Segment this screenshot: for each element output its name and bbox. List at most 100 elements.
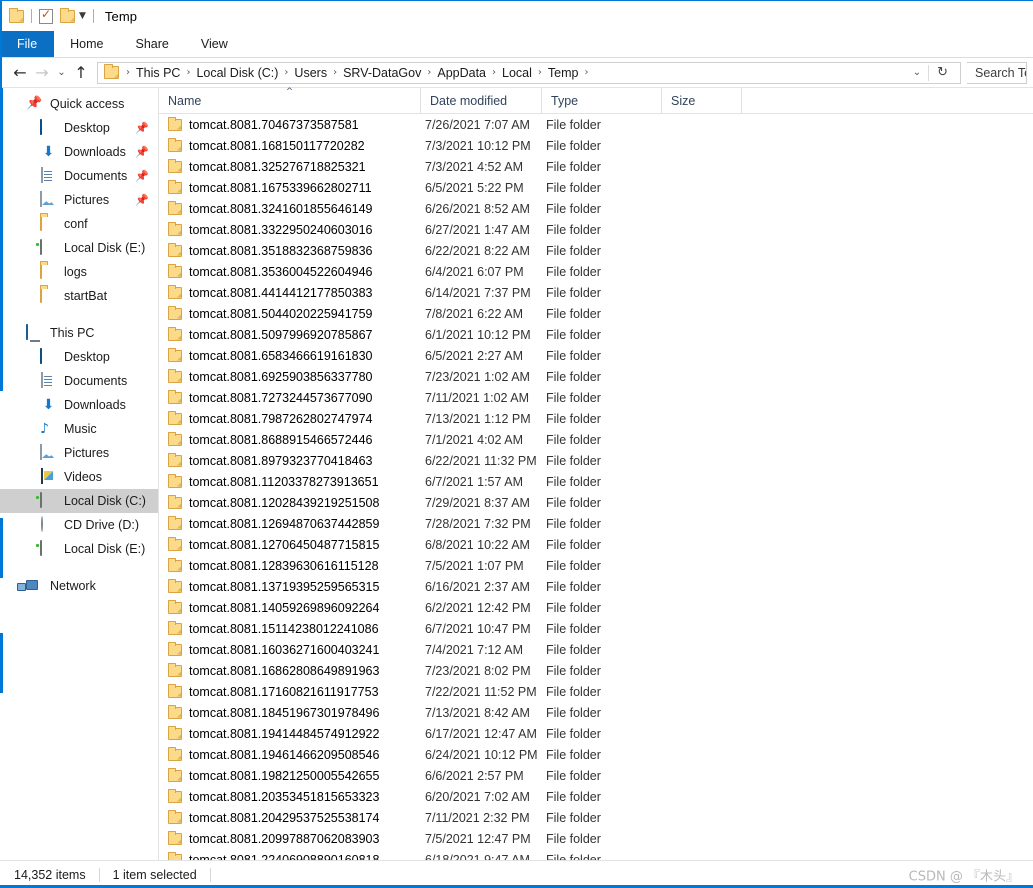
table-row[interactable]: tomcat.8081.7273244573677090 7/11/2021 1:…: [159, 387, 1033, 408]
table-row[interactable]: tomcat.8081.5097996920785867 6/1/2021 10:…: [159, 324, 1033, 345]
sidebar-item-pc-desktop[interactable]: Desktop: [0, 345, 158, 369]
breadcrumb-item-temp[interactable]: Temp: [545, 66, 582, 80]
table-row[interactable]: tomcat.8081.19461466209508546 6/24/2021 1…: [159, 744, 1033, 765]
tab-home[interactable]: Home: [54, 31, 119, 57]
sidebar-item-pc-downloads[interactable]: ⬇ Downloads: [0, 393, 158, 417]
table-row[interactable]: tomcat.8081.6925903856337780 7/23/2021 1:…: [159, 366, 1033, 387]
breadcrumb-item-local[interactable]: Local: [499, 66, 535, 80]
chevron-down-icon[interactable]: ▼: [79, 11, 86, 21]
column-header-size[interactable]: Size: [662, 87, 742, 114]
table-row[interactable]: tomcat.8081.3241601855646149 6/26/2021 8:…: [159, 198, 1033, 219]
table-row[interactable]: tomcat.8081.8688915466572446 7/1/2021 4:0…: [159, 429, 1033, 450]
table-row[interactable]: tomcat.8081.20353451815653323 6/20/2021 7…: [159, 786, 1033, 807]
breadcrumb-dropdown-icon[interactable]: ⌄: [906, 67, 928, 78]
forward-button[interactable]: →: [31, 62, 53, 84]
sidebar-item-label: Videos: [64, 470, 102, 484]
table-row[interactable]: tomcat.8081.16862808649891963 7/23/2021 8…: [159, 660, 1033, 681]
file-name-label: tomcat.8081.5097996920785867: [189, 327, 373, 342]
table-row[interactable]: tomcat.8081.6583466619161830 6/5/2021 2:2…: [159, 345, 1033, 366]
column-header-date-modified[interactable]: Date modified: [421, 87, 542, 114]
sidebar-group-network[interactable]: Network: [0, 574, 158, 598]
table-row[interactable]: tomcat.8081.12706450487715815 6/8/2021 10…: [159, 534, 1033, 555]
table-row[interactable]: tomcat.8081.16036271600403241 7/4/2021 7:…: [159, 639, 1033, 660]
sidebar-item-pc-videos[interactable]: Videos: [0, 465, 158, 489]
refresh-icon[interactable]: ↻: [929, 65, 956, 80]
table-row[interactable]: tomcat.8081.15114238012241086 6/7/2021 10…: [159, 618, 1033, 639]
breadcrumb-sep-4[interactable]: ›: [424, 67, 434, 78]
breadcrumb-item-this-pc[interactable]: This PC: [133, 66, 183, 80]
file-date-cell: 6/27/2021 1:47 AM: [425, 222, 530, 237]
breadcrumb-item-local-disk-c[interactable]: Local Disk (C:): [193, 66, 281, 80]
folder-icon: [168, 368, 182, 383]
table-row[interactable]: tomcat.8081.70467373587581 7/26/2021 7:07…: [159, 114, 1033, 135]
sidebar-item-conf[interactable]: conf: [0, 212, 158, 236]
breadcrumb[interactable]: › This PC › Local Disk (C:) › Users › SR…: [97, 61, 961, 84]
table-row[interactable]: tomcat.8081.168150117720282 7/3/2021 10:1…: [159, 135, 1033, 156]
table-row[interactable]: tomcat.8081.12839630616115128 7/5/2021 1:…: [159, 555, 1033, 576]
sidebar-item-startbat[interactable]: startBat: [0, 284, 158, 308]
breadcrumb-item-users[interactable]: Users: [291, 66, 330, 80]
breadcrumb-sep-6[interactable]: ›: [535, 67, 545, 78]
table-row[interactable]: tomcat.8081.12028439219251508 7/29/2021 8…: [159, 492, 1033, 513]
table-row[interactable]: tomcat.8081.19821250005542655 6/6/2021 2:…: [159, 765, 1033, 786]
table-row[interactable]: tomcat.8081.12694870637442859 7/28/2021 7…: [159, 513, 1033, 534]
breadcrumb-item-srv-datagov[interactable]: SRV-DataGov: [340, 66, 424, 80]
sidebar-item-cd-drive-d[interactable]: CD Drive (D:): [0, 513, 158, 537]
table-row[interactable]: tomcat.8081.3536004522604946 6/4/2021 6:0…: [159, 261, 1033, 282]
sidebar-item-pc-music[interactable]: ♪ Music: [0, 417, 158, 441]
folder-icon: [168, 641, 182, 656]
table-row[interactable]: tomcat.8081.20997887062083903 7/5/2021 12…: [159, 828, 1033, 849]
file-date-cell: 7/13/2021 8:42 AM: [425, 705, 530, 720]
table-row[interactable]: tomcat.8081.4414412177850383 6/14/2021 7:…: [159, 282, 1033, 303]
new-folder-button[interactable]: [60, 5, 75, 27]
sidebar-item-downloads[interactable]: ⬇ Downloads 📌: [0, 140, 158, 164]
up-button[interactable]: ↑: [70, 62, 92, 84]
breadcrumb-sep-3[interactable]: ›: [330, 67, 340, 78]
table-row[interactable]: tomcat.8081.14059269896092264 6/2/2021 12…: [159, 597, 1033, 618]
breadcrumb-sep-2[interactable]: ›: [281, 67, 291, 78]
sort-ascending-icon: ^: [285, 86, 294, 97]
breadcrumb-item-appdata[interactable]: AppData: [434, 66, 489, 80]
table-row[interactable]: tomcat.8081.7987262802747974 7/13/2021 1:…: [159, 408, 1033, 429]
sidebar-group-this-pc[interactable]: This PC: [0, 321, 158, 345]
sidebar-item-pc-pictures[interactable]: Pictures: [0, 441, 158, 465]
tab-view[interactable]: View: [185, 31, 244, 57]
table-row[interactable]: tomcat.8081.8979323770418463 6/22/2021 11…: [159, 450, 1033, 471]
breadcrumb-sep-1[interactable]: ›: [183, 67, 193, 78]
sidebar-item-pc-documents[interactable]: Documents: [0, 369, 158, 393]
table-row[interactable]: tomcat.8081.1675339662802711 6/5/2021 5:2…: [159, 177, 1033, 198]
back-button[interactable]: ←: [9, 62, 31, 84]
file-name-label: tomcat.8081.7273244573677090: [189, 390, 373, 405]
file-name-cell: tomcat.8081.20429537525538174: [159, 809, 421, 825]
sidebar-item-documents[interactable]: Documents 📌: [0, 164, 158, 188]
table-row[interactable]: tomcat.8081.19414484574912922 6/17/2021 1…: [159, 723, 1033, 744]
column-header-type[interactable]: Type: [542, 87, 662, 114]
sidebar-item-local-disk-e[interactable]: Local Disk (E:): [0, 537, 158, 561]
table-row[interactable]: tomcat.8081.13719395259565315 6/16/2021 2…: [159, 576, 1033, 597]
search-input[interactable]: Search Temp: [967, 61, 1027, 84]
sidebar-item-local-disk-e-qa[interactable]: Local Disk (E:): [0, 236, 158, 260]
table-row[interactable]: tomcat.8081.5044020225941759 7/8/2021 6:2…: [159, 303, 1033, 324]
recent-locations-button[interactable]: ⌄: [53, 62, 70, 84]
column-header-blank: [742, 88, 1033, 114]
folder-icon: [168, 389, 182, 404]
breadcrumb-sep-5[interactable]: ›: [489, 67, 499, 78]
sidebar-item-logs[interactable]: logs: [0, 260, 158, 284]
tab-file[interactable]: File: [0, 31, 55, 57]
breadcrumb-sep-7[interactable]: ›: [581, 67, 591, 78]
table-row[interactable]: tomcat.8081.3322950240603016 6/27/2021 1:…: [159, 219, 1033, 240]
sidebar-item-pictures[interactable]: Pictures 📌: [0, 188, 158, 212]
table-row[interactable]: tomcat.8081.11203378273913651 6/7/2021 1:…: [159, 471, 1033, 492]
table-row[interactable]: tomcat.8081.20429537525538174 7/11/2021 2…: [159, 807, 1033, 828]
table-row[interactable]: tomcat.8081.17160821611917753 7/22/2021 1…: [159, 681, 1033, 702]
folder-icon: [168, 431, 182, 446]
table-row[interactable]: tomcat.8081.325276718825321 7/3/2021 4:52…: [159, 156, 1033, 177]
column-header-name[interactable]: ^ Name: [159, 86, 421, 114]
tab-share[interactable]: Share: [120, 31, 185, 57]
table-row[interactable]: tomcat.8081.3518832368759836 6/22/2021 8:…: [159, 240, 1033, 261]
sidebar-item-desktop[interactable]: Desktop 📌: [0, 116, 158, 140]
sidebar-group-quick-access[interactable]: 📌 Quick access: [0, 92, 158, 116]
sidebar-item-local-disk-c[interactable]: Local Disk (C:): [0, 489, 158, 513]
properties-button[interactable]: [39, 5, 53, 27]
table-row[interactable]: tomcat.8081.18451967301978496 7/13/2021 8…: [159, 702, 1033, 723]
